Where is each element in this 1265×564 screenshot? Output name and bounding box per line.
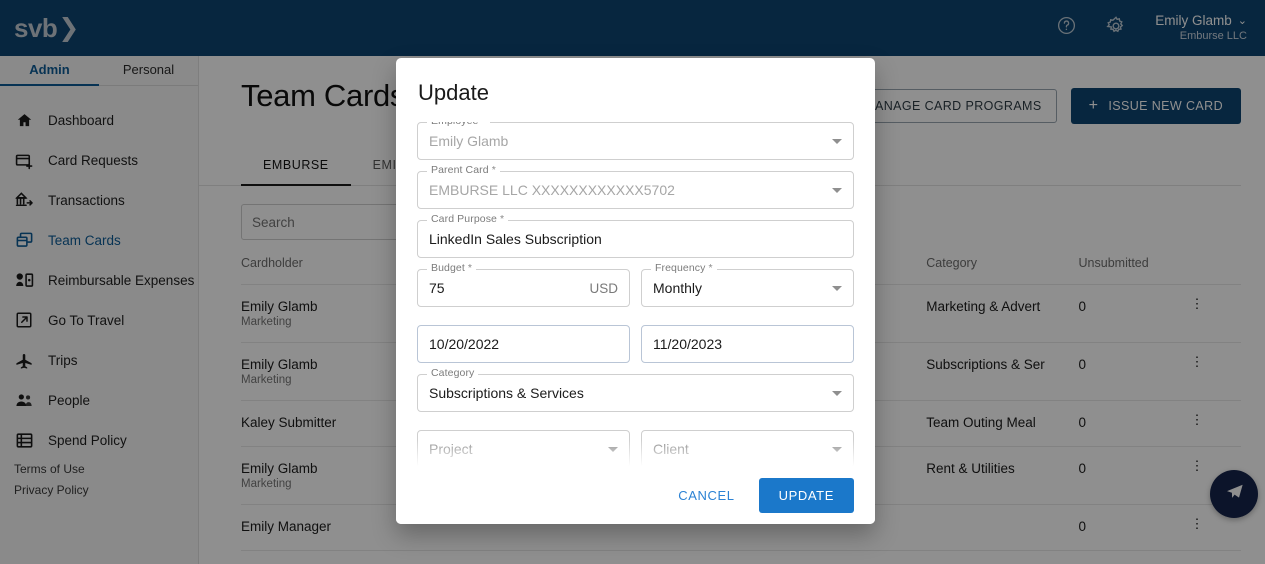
form-spacer <box>417 423 854 430</box>
parent-card-value: EMBURSE LLC XXXXXXXXXXXX5702 <box>429 182 675 198</box>
chevron-down-icon[interactable] <box>832 446 842 452</box>
chevron-down-icon[interactable] <box>832 285 842 291</box>
employee-value: Emily Glamb <box>429 133 509 149</box>
card-purpose-label-text: Card Purpose <box>431 213 497 225</box>
chevron-down-icon[interactable] <box>832 138 842 144</box>
parent-card-field[interactable]: Parent Card * EMBURSE LLC XXXXXXXXXXXX57… <box>417 165 854 209</box>
modal-footer: CANCEL UPDATE <box>396 466 875 524</box>
end-date-value: 11/20/2023 <box>653 336 723 352</box>
frequency-value: Monthly <box>653 280 703 296</box>
budget-label: Budget * <box>427 262 477 274</box>
required-marker: * <box>708 262 713 274</box>
budget-currency: USD <box>589 280 618 296</box>
required-marker: * <box>491 164 496 176</box>
budget-label-text: Budget <box>431 262 465 274</box>
category-field[interactable]: Category Subscriptions & Services <box>417 368 854 412</box>
required-marker: * <box>467 262 473 274</box>
update-button[interactable]: UPDATE <box>758 477 854 513</box>
end-date-field[interactable]: 11/20/2023 <box>641 325 854 363</box>
chevron-down-icon[interactable] <box>832 390 842 396</box>
modal-title: Update <box>418 80 489 105</box>
cancel-button[interactable]: CANCEL <box>668 479 744 512</box>
category-label-text: Category <box>431 367 475 379</box>
required-marker: * <box>500 213 505 225</box>
frequency-field[interactable]: Frequency * Monthly <box>641 263 854 307</box>
parent-card-label: Parent Card * <box>427 165 500 176</box>
modal-form: Employee * Emily Glamb Parent Card * EMB… <box>396 122 875 466</box>
budget-frequency-row: Budget * 75 USD Frequency * Monthly <box>417 263 854 318</box>
category-label: Category <box>427 367 479 379</box>
start-date-value: 10/20/2022 <box>429 336 500 352</box>
category-value: Subscriptions & Services <box>429 385 584 401</box>
project-field[interactable]: Project <box>417 430 630 466</box>
employee-label: Employee * <box>427 122 490 127</box>
frequency-label-text: Frequency <box>655 262 706 274</box>
budget-value: 75 <box>429 280 445 296</box>
employee-field[interactable]: Employee * Emily Glamb <box>417 122 854 160</box>
chevron-down-icon[interactable] <box>832 187 842 193</box>
parent-card-label-text: Parent Card <box>431 164 489 176</box>
budget-field[interactable]: Budget * 75 USD <box>417 263 630 307</box>
required-marker: * <box>482 122 486 127</box>
start-date-field[interactable]: 10/20/2022 <box>417 325 630 363</box>
card-purpose-field[interactable]: Card Purpose * LinkedIn Sales Subscripti… <box>417 214 854 258</box>
project-client-row: Project Client <box>417 430 854 466</box>
update-card-modal: Update Employee * Emily Glamb Parent Car… <box>396 58 875 524</box>
card-purpose-value: LinkedIn Sales Subscription <box>429 231 602 247</box>
date-range-row: 10/20/2022 11/20/2023 <box>417 325 854 374</box>
app-root: svb ❯ Emily Glamb ⌄ Emburse LLC Admin Pe… <box>0 0 1265 564</box>
card-purpose-label: Card Purpose * <box>427 213 509 225</box>
frequency-label: Frequency * <box>651 263 717 274</box>
employee-label-text: Employee <box>431 122 479 127</box>
chevron-down-icon[interactable] <box>608 446 618 452</box>
form-spacer <box>417 318 854 325</box>
client-field[interactable]: Client <box>641 430 854 466</box>
project-placeholder: Project <box>429 441 473 457</box>
client-placeholder: Client <box>653 441 689 457</box>
